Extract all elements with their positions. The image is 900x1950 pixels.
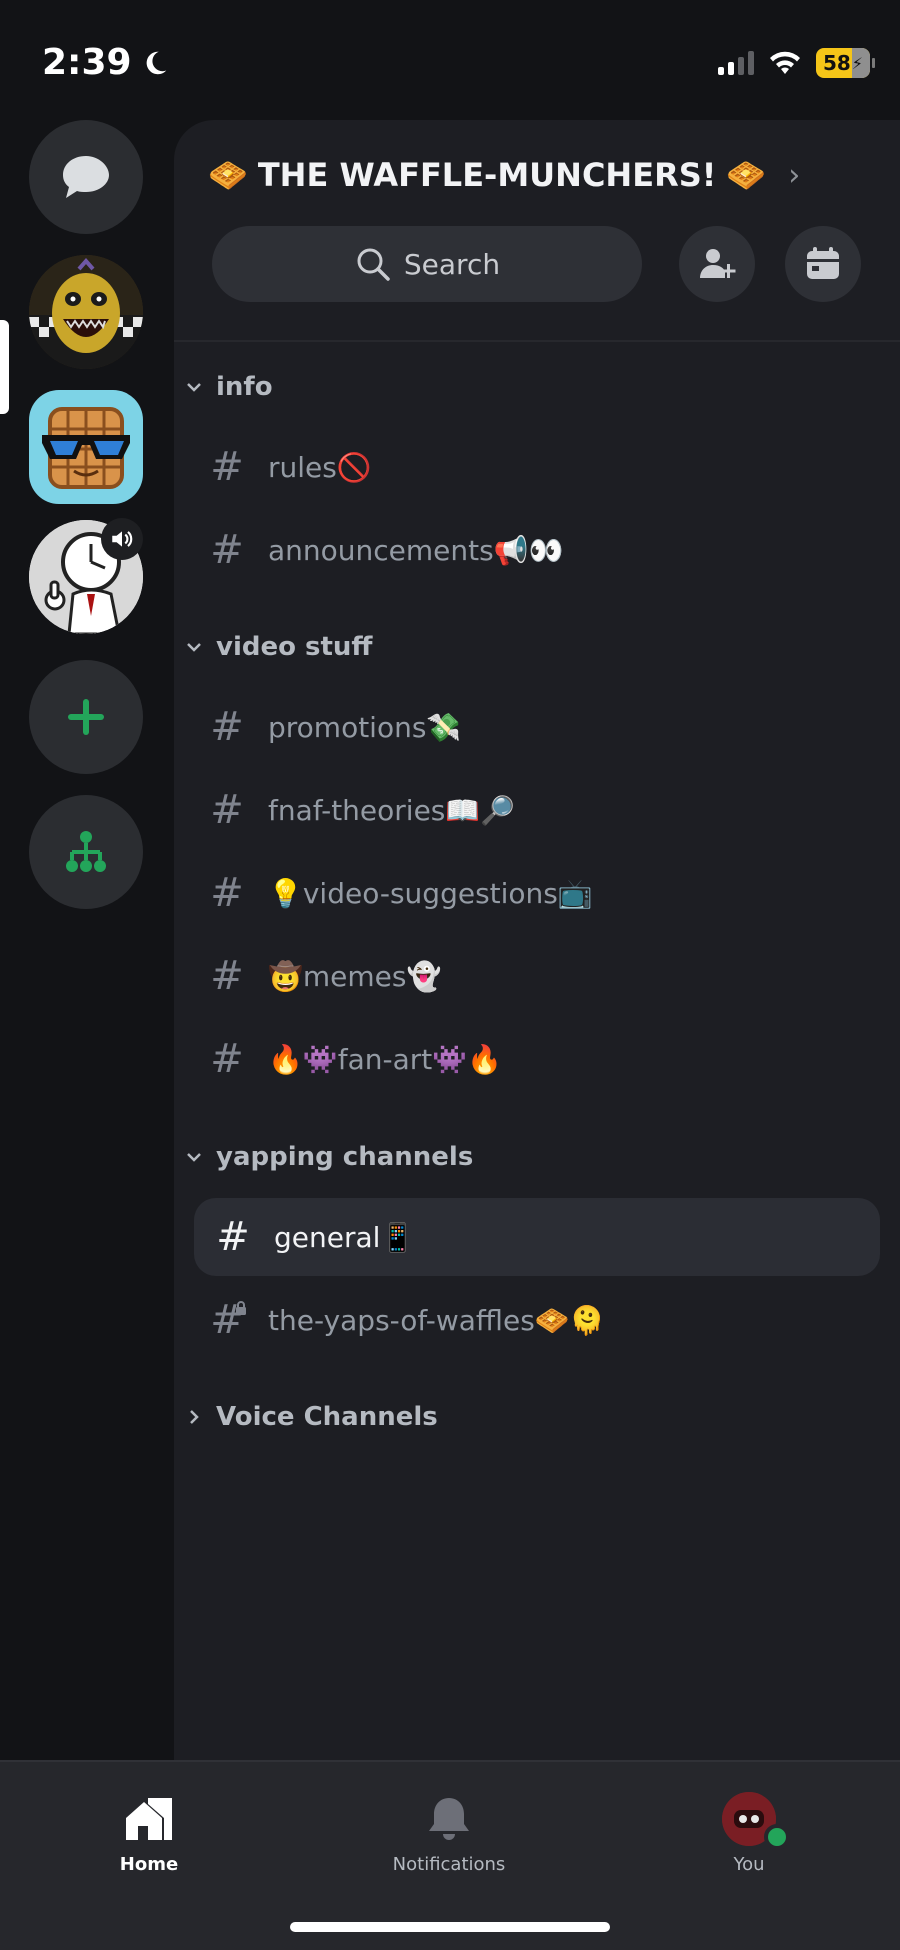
channel-fan-art[interactable]: # 🔥👾fan-art👾🔥 xyxy=(188,1020,876,1098)
hashtag-icon: # xyxy=(216,1214,250,1260)
bell-icon xyxy=(429,1798,469,1840)
calendar-icon xyxy=(807,247,839,279)
hashtag-icon: # xyxy=(210,953,244,999)
chevron-down-icon xyxy=(187,383,201,392)
channel-promotions[interactable]: # promotions💸 xyxy=(188,688,876,766)
server-header[interactable]: 🧇 THE WAFFLE-MUNCHERS! 🧇 › xyxy=(208,156,800,194)
notifications-label: Notifications xyxy=(392,1854,506,1875)
clock-text: 2:39 xyxy=(42,42,132,83)
invite-members-button[interactable] xyxy=(679,226,755,302)
chat-bubble-icon xyxy=(63,156,109,198)
category-label: info xyxy=(216,372,273,402)
status-bar: 2:39 58 ⚡ xyxy=(0,0,900,120)
search-label: Search xyxy=(403,247,501,281)
cellular-signal-icon xyxy=(718,51,754,75)
lock-icon xyxy=(236,1301,246,1315)
panel-divider xyxy=(174,340,900,342)
you-label: You xyxy=(733,1854,765,1875)
channel-label: the-yaps-of-waffles🧇🫠 xyxy=(268,1303,605,1337)
category-label: Voice Channels xyxy=(216,1402,438,1432)
channel-announcements[interactable]: # announcements📢👀 xyxy=(188,511,876,589)
channel-fnaf-theories[interactable]: # fnaf-theories📖🔎 xyxy=(188,771,876,849)
channel-memes[interactable]: # 🤠memes👻 xyxy=(188,937,876,1015)
server-title: THE WAFFLE-MUNCHERS! xyxy=(257,156,717,194)
events-button[interactable] xyxy=(785,226,861,302)
speaker-icon xyxy=(112,531,133,547)
hierarchy-icon xyxy=(66,831,106,872)
channel-general[interactable]: # general📱 xyxy=(194,1198,880,1276)
battery-icon: 58 ⚡ xyxy=(816,48,875,78)
speaker-badge xyxy=(101,518,143,560)
channel-label: announcements📢👀 xyxy=(268,533,564,567)
channel-label: promotions💸 xyxy=(268,710,462,744)
selected-server-indicator xyxy=(0,320,9,414)
channel-label: general📱 xyxy=(274,1220,416,1254)
waffle-emoji: 🧇 xyxy=(726,156,767,194)
channel-label: rules🚫 xyxy=(268,450,372,484)
search-bar[interactable]: Search xyxy=(212,226,642,302)
bottom-nav: Home Notifications You xyxy=(0,1760,900,1950)
waffle-emoji: 🧇 xyxy=(208,156,248,194)
hashtag-lock-icon: # xyxy=(204,1297,250,1343)
channel-label: 🤠memes👻 xyxy=(268,959,442,993)
category-yapping-channels[interactable]: yapping channels xyxy=(184,1142,473,1172)
moon-icon xyxy=(146,51,166,74)
category-label: yapping channels xyxy=(216,1142,474,1172)
server-icon-fnaf[interactable] xyxy=(29,255,143,369)
tab-you[interactable]: You xyxy=(669,1792,829,1875)
discover-button[interactable] xyxy=(29,795,143,909)
plus-icon xyxy=(68,699,104,735)
category-voice-channels[interactable]: Voice Channels xyxy=(184,1402,438,1432)
channel-video-suggestions[interactable]: # 💡video-suggestions📺 xyxy=(188,854,876,932)
hashtag-icon: # xyxy=(210,870,244,916)
battery-percent: 58 xyxy=(822,51,851,75)
chevron-down-icon xyxy=(187,1153,201,1162)
hashtag-icon: # xyxy=(210,1036,244,1082)
chevron-right-icon: › xyxy=(788,157,801,193)
home-label: Home xyxy=(119,1854,179,1875)
add-user-icon xyxy=(700,249,736,278)
hashtag-icon: # xyxy=(210,527,244,573)
channel-label: 💡video-suggestions📺 xyxy=(268,876,593,910)
fnaf-chica-avatar-icon xyxy=(29,255,143,369)
waffle-sunglasses-icon xyxy=(42,407,130,489)
tab-home[interactable]: Home xyxy=(69,1792,229,1875)
status-indicators: 58 ⚡ xyxy=(718,48,875,78)
server-rail xyxy=(0,120,174,1760)
chevron-down-icon xyxy=(187,643,201,652)
avatar xyxy=(722,1792,790,1850)
channel-rules[interactable]: # rules🚫 xyxy=(188,428,876,506)
category-label: video stuff xyxy=(216,632,373,662)
server-icon-waffle-munchers[interactable] xyxy=(29,390,143,504)
category-video-stuff[interactable]: video stuff xyxy=(184,632,373,662)
search-icon xyxy=(357,248,390,281)
channel-label: 🔥👾fan-art👾🔥 xyxy=(268,1042,502,1076)
wifi-icon xyxy=(770,51,800,74)
online-status-dot xyxy=(764,1824,790,1850)
tab-notifications[interactable]: Notifications xyxy=(369,1792,529,1875)
hashtag-icon: # xyxy=(210,444,244,490)
home-indicator xyxy=(290,1922,610,1932)
add-server-button[interactable] xyxy=(29,660,143,774)
home-icon xyxy=(126,1798,172,1840)
channel-label: fnaf-theories📖🔎 xyxy=(268,793,516,827)
hashtag-icon: # xyxy=(210,787,244,833)
hashtag-icon: # xyxy=(210,704,244,750)
channel-the-yaps-of-waffles[interactable]: # the-yaps-of-waffles🧇🫠 xyxy=(188,1281,876,1359)
chevron-right-icon xyxy=(190,1410,199,1424)
channel-panel: 🧇 THE WAFFLE-MUNCHERS! 🧇 › Search info #… xyxy=(174,120,900,1760)
category-info[interactable]: info xyxy=(184,372,273,402)
direct-messages-button[interactable] xyxy=(29,120,143,234)
status-time: 2:39 xyxy=(42,42,170,83)
